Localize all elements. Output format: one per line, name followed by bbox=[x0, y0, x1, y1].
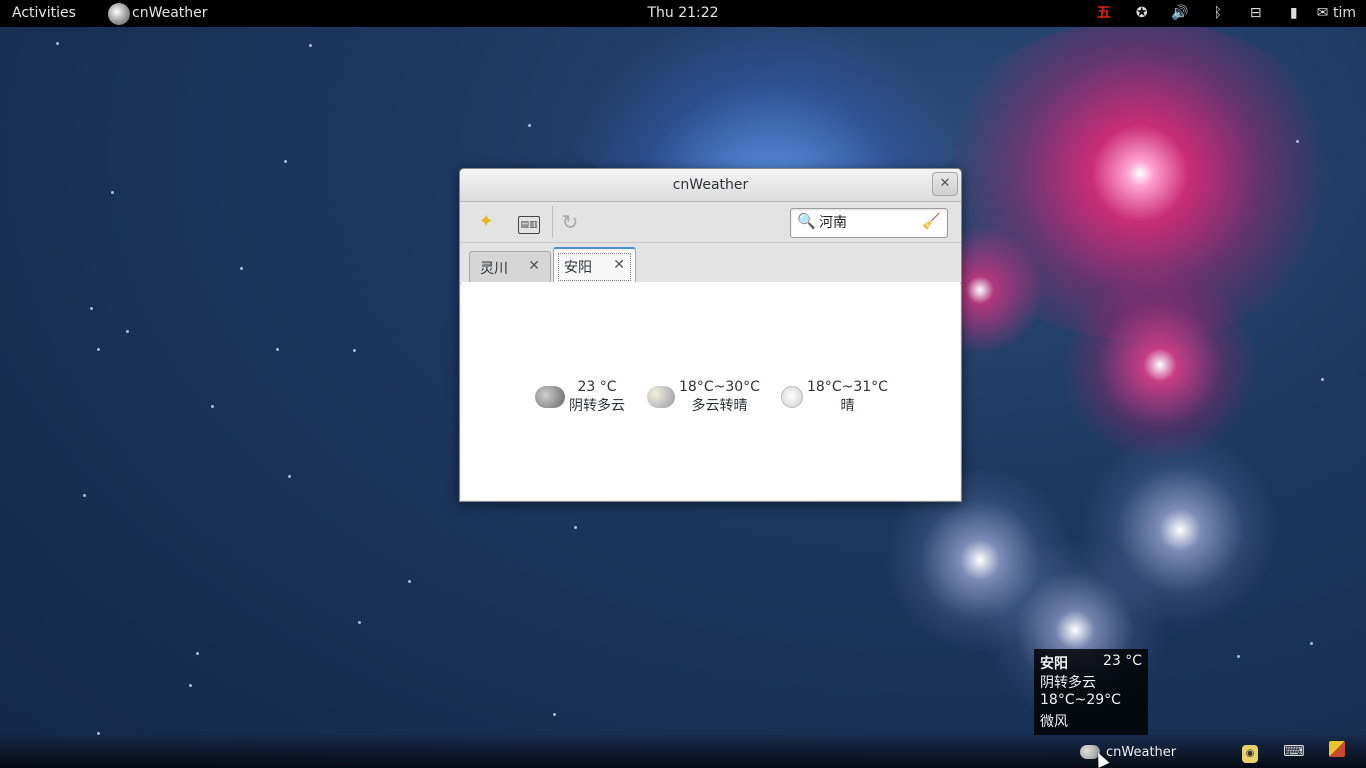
clock[interactable]: Thu 21:22 bbox=[647, 5, 718, 21]
tooltip-desc: 阴转多云 bbox=[1040, 675, 1096, 691]
user-icon: ✉ bbox=[1316, 5, 1329, 21]
settings-button[interactable]: ▤▥ bbox=[514, 208, 544, 236]
firework-white-2 bbox=[1080, 430, 1280, 630]
tooltip-range: 18°C~29°C bbox=[1040, 692, 1121, 708]
city-tabs: 灵川 ✕ 安阳 ✕ bbox=[460, 243, 961, 285]
window-close-button[interactable]: ✕ bbox=[932, 172, 958, 196]
overcast-icon bbox=[535, 386, 565, 408]
app-menu[interactable]: cnWeather bbox=[108, 0, 208, 27]
refresh-icon: ↻ bbox=[561, 210, 579, 234]
city-search-input[interactable]: 🔍 河南 🧹 bbox=[790, 208, 948, 238]
partly-cloudy-icon bbox=[647, 386, 675, 408]
forecast-day-3: 18°C~31°C 晴 bbox=[781, 378, 888, 416]
app-menu-label: cnWeather bbox=[132, 5, 208, 21]
forecast-desc: 晴 bbox=[840, 398, 855, 414]
firework-pink-small bbox=[1060, 270, 1260, 460]
network-icon[interactable]: ⊟ bbox=[1237, 0, 1275, 27]
search-icon: 🔍 bbox=[797, 212, 816, 230]
toolbar-separator bbox=[552, 206, 553, 238]
user-menu[interactable]: ✉ tim bbox=[1313, 0, 1356, 27]
tray-item-3[interactable] bbox=[1326, 741, 1348, 761]
tab-close-icon[interactable]: ✕ bbox=[528, 258, 540, 274]
top-panel: Activities cnWeather Thu 21:22 五 ✪ 🔊 ᛒ ⊟… bbox=[0, 0, 1366, 27]
cnweather-window: cnWeather ✕ ✦ ▤▥ ↻ 🔍 河南 🧹 灵川 ✕ 安阳 ✕ 23 °… bbox=[459, 168, 962, 502]
notification-app-icon: ◉ bbox=[1242, 745, 1258, 763]
forecast-day-2: 18°C~30°C 多云转晴 bbox=[647, 378, 760, 416]
bluetooth-icon[interactable]: ᛒ bbox=[1199, 0, 1237, 27]
tab-lingchuan[interactable]: 灵川 ✕ bbox=[469, 251, 551, 283]
activities-button[interactable]: Activities bbox=[12, 0, 76, 27]
clear-icon bbox=[781, 386, 803, 408]
update-icon bbox=[1329, 741, 1345, 757]
close-icon: ✕ bbox=[939, 176, 951, 191]
tab-anyang[interactable]: 安阳 ✕ bbox=[553, 247, 636, 285]
forecast-temp: 18°C~30°C bbox=[679, 379, 760, 395]
cnweather-app-icon bbox=[108, 2, 130, 25]
settings-icon: ▤▥ bbox=[518, 216, 540, 234]
accessibility-icon[interactable]: ✪ bbox=[1123, 0, 1161, 27]
firework-pink-large bbox=[930, 20, 1350, 340]
input-method-icon[interactable]: 五 bbox=[1085, 0, 1123, 27]
tooltip-wind: 微风 bbox=[1040, 714, 1068, 730]
user-name: tim bbox=[1332, 5, 1356, 21]
keyboard-icon: ⌨ bbox=[1283, 742, 1305, 760]
toolbar: ✦ ▤▥ ↻ 🔍 河南 🧹 bbox=[460, 202, 961, 243]
volume-icon[interactable]: 🔊 bbox=[1161, 0, 1199, 27]
forecast-panel: 23 °C 阴转多云 18°C~30°C 多云转晴 18°C~31°C 晴 bbox=[461, 282, 960, 500]
star-icon: ✦ bbox=[478, 211, 494, 232]
tab-label: 灵川 bbox=[480, 261, 508, 277]
forecast-today: 23 °C 阴转多云 bbox=[535, 378, 625, 416]
forecast-desc: 阴转多云 bbox=[569, 398, 625, 414]
tab-close-icon[interactable]: ✕ bbox=[613, 257, 625, 273]
forecast-temp: 18°C~31°C bbox=[807, 379, 888, 395]
tab-label: 安阳 bbox=[564, 260, 592, 276]
tooltip-city: 安阳 bbox=[1040, 656, 1068, 672]
forecast-temp: 23 °C bbox=[577, 379, 617, 395]
window-title: cnWeather bbox=[672, 177, 749, 193]
system-tray: 五 ✪ 🔊 ᛒ ⊟ ▮ ✉ tim bbox=[1085, 0, 1356, 27]
tooltip-temp: 23 °C bbox=[1102, 653, 1142, 669]
weather-tooltip: 安阳 23 °C 阴转多云 18°C~29°C 微风 bbox=[1034, 649, 1148, 735]
refresh-button[interactable]: ↻ bbox=[555, 208, 585, 236]
tray-item-2[interactable]: ⌨ bbox=[1283, 741, 1305, 761]
favorite-button[interactable]: ✦ bbox=[471, 208, 501, 236]
battery-icon[interactable]: ▮ bbox=[1275, 0, 1313, 27]
tray-app-label: cnWeather bbox=[1106, 744, 1177, 760]
clear-search-icon[interactable]: 🧹 bbox=[922, 212, 941, 230]
tray-item-1[interactable]: ◉ bbox=[1239, 741, 1261, 763]
window-titlebar[interactable]: cnWeather ✕ bbox=[460, 169, 961, 202]
forecast-desc: 多云转晴 bbox=[691, 398, 748, 414]
search-value: 河南 bbox=[819, 215, 847, 231]
